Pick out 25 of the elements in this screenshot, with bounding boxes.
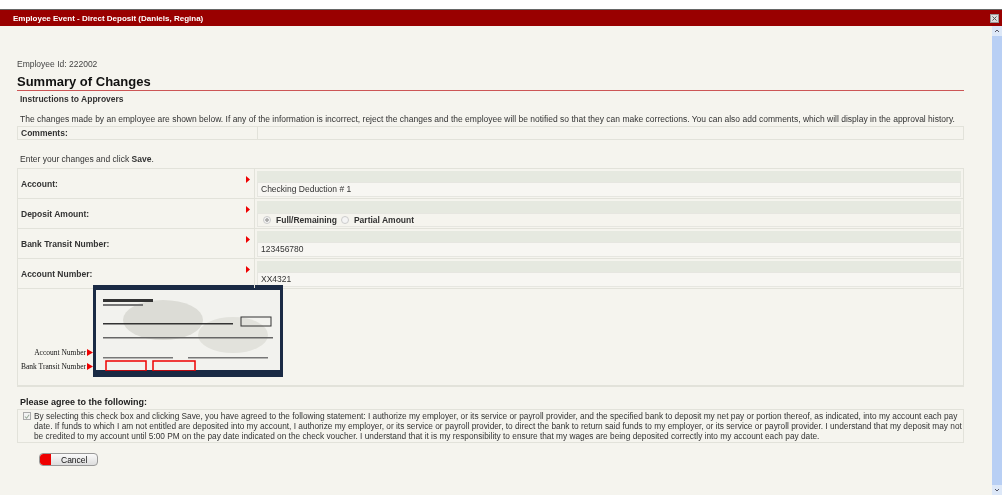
field-label: Bank Transit Number: [21,238,110,249]
radio-button[interactable] [340,215,349,224]
radio-button[interactable] [263,215,271,224]
page-heading: Summary of Changes [17,74,964,91]
field-value: XX4321 [257,272,961,287]
scrollbar[interactable] [992,26,1002,495]
scroll-up-icon[interactable] [992,26,1002,36]
field-value: 123456780 [257,242,961,257]
field-label: Account Number: [21,268,93,279]
employee-id: Employee Id: 222002 [17,59,99,69]
field-label: Account: [21,178,58,189]
window-title: Employee Event - Direct Deposit (Daniels, Regina) [13,13,204,23]
scroll-down-icon[interactable] [992,485,1002,495]
agreement-text: By selecting this check box and clicking Save, you have agreed to the following statement: I authorize my employer, or its service or payroll provider, and the specified bank to deposit my net pay or portion thereof, as indicated, into my account each pay date. If funds to which I am not entitled are deposited into my account, I authorize my employer, or its service or payroll provider, to direct the bank to return said funds to my employer, or its service or payroll provider. I understand that my deposit may not be credited to my account until 5:00 PM on the pay date indicated on the check voucher. I understand that it is my responsibility to ensure that my wages are being deposited correctly into my account each pay date. [34,411,963,441]
radio-label: Full/Remaining [276,214,337,225]
instructions-text: The changes made by an employee are shown below. If any of the information is incorrect, reject the changes and the employee will be notified so that they can make corrections. You can also add comments, which will display in the approval history. [20,114,956,124]
radio-label: Partial Amount [353,214,415,225]
instructions-title: Instructions to Approvers [20,94,125,104]
agreement-title: Please agree to the following: [20,397,149,407]
cancel-button[interactable]: Cancel [39,453,98,466]
close-icon[interactable] [990,13,999,23]
save-hint: Enter your changes and click Save. [20,154,155,164]
comments-label: Comments: [18,127,258,139]
field-label: Deposit Amount: [21,208,90,219]
field-value: Checking Deduction # 1 [257,182,961,197]
